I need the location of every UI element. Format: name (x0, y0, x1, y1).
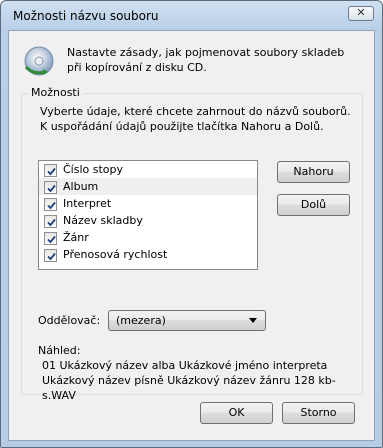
list-item-label: Přenosová rychlost (63, 248, 168, 261)
checkbox[interactable] (44, 164, 57, 177)
list-item-label: Název skladby (63, 214, 143, 227)
options-description-line1: Vyberte údaje, které chcete zahrnout do … (40, 105, 351, 118)
list-item[interactable]: Žánr (39, 229, 257, 246)
fields-list[interactable]: Číslo stopy Album Interpret Název skladb… (38, 160, 258, 270)
preview-label: Náhled: (38, 344, 81, 357)
checkmark-icon (47, 235, 56, 244)
chevron-down-icon (249, 318, 257, 323)
options-legend: Možnosti (28, 86, 83, 99)
list-item[interactable]: Interpret (39, 195, 257, 212)
preview-text: 01 Ukázkový název alba Ukázkové jméno in… (42, 358, 362, 403)
checkmark-icon (47, 167, 56, 176)
options-group: Možnosti Vyberte údaje, které chcete zah… (21, 86, 363, 402)
close-icon: ✕ (356, 6, 366, 19)
separator-value: (mezera) (116, 314, 166, 327)
checkmark-icon (47, 218, 56, 227)
checkmark-icon (47, 252, 56, 261)
list-item[interactable]: Album (39, 178, 257, 195)
up-button[interactable]: Nahoru (277, 161, 350, 183)
separator-dropdown[interactable]: (mezera) (108, 310, 266, 331)
checkbox[interactable] (44, 181, 57, 194)
checkbox[interactable] (44, 249, 57, 262)
list-item[interactable]: Přenosová rychlost (39, 246, 257, 263)
cd-icon (24, 46, 54, 76)
list-item-label: Interpret (63, 197, 112, 210)
checkmark-icon (47, 201, 56, 210)
checkmark-icon (47, 184, 56, 193)
list-item-label: Album (63, 180, 99, 193)
list-item-label: Žánr (63, 231, 89, 244)
ok-button[interactable]: OK (200, 402, 273, 424)
window-title: Možnosti názvu souboru (13, 9, 159, 23)
preview-line1: 01 Ukázkový název alba Ukázkové jméno in… (42, 359, 328, 372)
checkbox[interactable] (44, 232, 57, 245)
preview-line2: Ukázkový název písně Ukázkový název žánr… (42, 374, 336, 402)
list-item-label: Číslo stopy (63, 163, 124, 176)
close-button[interactable]: ✕ (348, 6, 374, 21)
checkbox[interactable] (44, 198, 57, 211)
separator-label: Oddělovač: (38, 314, 101, 327)
options-description: Vyberte údaje, které chcete zahrnout do … (40, 104, 360, 134)
list-item[interactable]: Číslo stopy (39, 161, 257, 178)
title-bar[interactable]: Možnosti názvu souboru ✕ (1, 1, 382, 29)
dialog-window: Možnosti názvu souboru ✕ Nastavte zásady… (0, 0, 383, 448)
checkbox[interactable] (44, 215, 57, 228)
intro-text: Nastavte zásady, jak pojmenovat soubory … (67, 46, 345, 74)
down-button[interactable]: Dolů (277, 194, 350, 216)
options-description-line2: K uspořádání údajů použijte tlačítka Nah… (40, 120, 324, 133)
cancel-button[interactable]: Storno (282, 402, 355, 424)
dialog-body: Nastavte zásady, jak pojmenovat soubory … (8, 30, 375, 441)
list-item[interactable]: Název skladby (39, 212, 257, 229)
